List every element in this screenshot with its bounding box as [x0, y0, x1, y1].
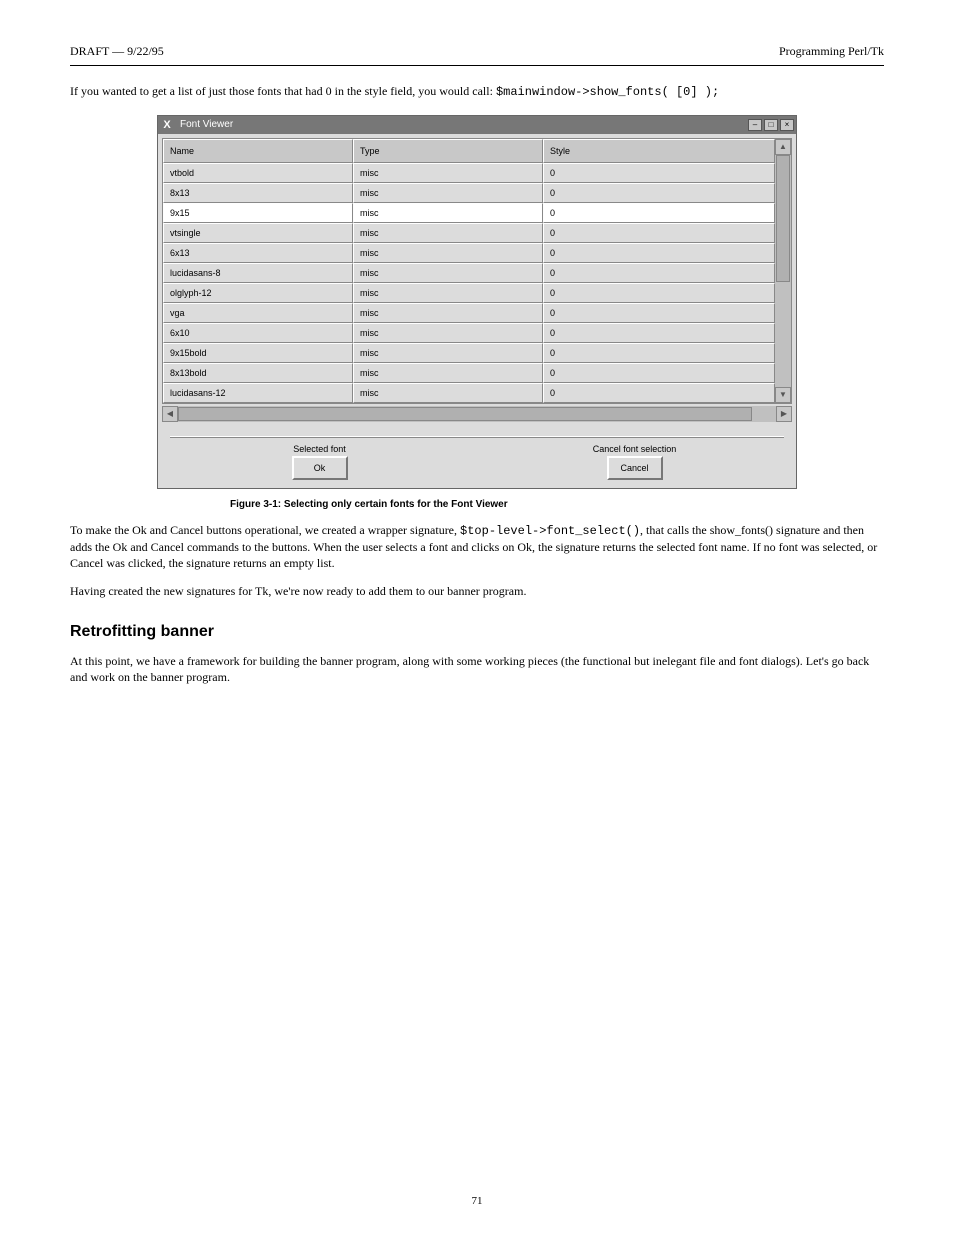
font-table: Name Type Style vtboldmisc08x13misc09x15…: [162, 138, 792, 404]
cell-type: misc: [353, 363, 543, 383]
app-icon: X: [160, 118, 174, 132]
cell-type: misc: [353, 263, 543, 283]
cell-name: 8x13bold: [163, 363, 353, 383]
cell-name: 6x10: [163, 323, 353, 343]
cell-name: vtsingle: [163, 223, 353, 243]
table-row[interactable]: 9x15boldmisc0: [163, 343, 775, 363]
cell-style: 0: [543, 303, 775, 323]
page-header: DRAFT — 9/22/95 Programming Perl/Tk: [70, 44, 884, 66]
cancel-button[interactable]: Cancel: [607, 456, 663, 480]
cell-type: misc: [353, 303, 543, 323]
table-row[interactable]: 8x13boldmisc0: [163, 363, 775, 383]
minimize-button[interactable]: –: [748, 119, 762, 131]
cell-style: 0: [543, 183, 775, 203]
vertical-scrollbar[interactable]: ▲ ▼: [775, 139, 791, 403]
cell-style: 0: [543, 163, 775, 183]
cell-style: 0: [543, 323, 775, 343]
font-viewer-window: X Font Viewer – □ × Name Type Style vtbo…: [157, 115, 797, 489]
header-left: DRAFT — 9/22/95: [70, 44, 164, 59]
ok-button[interactable]: Ok: [292, 456, 348, 480]
cancel-caption: Cancel font selection: [593, 444, 677, 454]
cell-style: 0: [543, 243, 775, 263]
table-row[interactable]: olglyph-12misc0: [163, 283, 775, 303]
cell-type: misc: [353, 323, 543, 343]
table-row[interactable]: vgamisc0: [163, 303, 775, 323]
cell-name: vga: [163, 303, 353, 323]
figure-caption: Figure 3-1: Selecting only certain fonts…: [230, 499, 884, 510]
col-type[interactable]: Type: [353, 139, 543, 163]
table-row[interactable]: lucidasans-12misc0: [163, 383, 775, 403]
col-style[interactable]: Style: [543, 139, 775, 163]
cell-type: misc: [353, 283, 543, 303]
table-row[interactable]: 6x13misc0: [163, 243, 775, 263]
section-heading: Retrofitting banner: [70, 621, 884, 643]
cell-name: 6x13: [163, 243, 353, 263]
close-button[interactable]: ×: [780, 119, 794, 131]
cell-style: 0: [543, 283, 775, 303]
cell-type: misc: [353, 243, 543, 263]
cell-style: 0: [543, 383, 775, 403]
cell-type: misc: [353, 163, 543, 183]
cell-name: 9x15: [163, 203, 353, 223]
cell-name: vtbold: [163, 163, 353, 183]
intro-code: $mainwindow->show_fonts( [0] );: [496, 85, 719, 99]
cell-style: 0: [543, 203, 775, 223]
window-title: Font Viewer: [174, 119, 746, 130]
cell-name: lucidasans-12: [163, 383, 353, 403]
cell-style: 0: [543, 363, 775, 383]
table-row[interactable]: 8x13misc0: [163, 183, 775, 203]
scroll-down-icon[interactable]: ▼: [775, 387, 791, 403]
cell-name: 8x13: [163, 183, 353, 203]
cell-type: misc: [353, 223, 543, 243]
cell-name: 9x15bold: [163, 343, 353, 363]
maximize-button[interactable]: □: [764, 119, 778, 131]
separator: [170, 436, 784, 438]
scroll-left-icon[interactable]: ◀: [162, 406, 178, 422]
table-row[interactable]: lucidasans-8misc0: [163, 263, 775, 283]
page-number: 71: [0, 1195, 954, 1207]
table-row[interactable]: vtsinglemisc0: [163, 223, 775, 243]
header-right: Programming Perl/Tk: [779, 44, 884, 59]
table-row[interactable]: 6x10misc0: [163, 323, 775, 343]
cell-type: misc: [353, 183, 543, 203]
cell-style: 0: [543, 263, 775, 283]
cell-type: misc: [353, 343, 543, 363]
cell-type: misc: [353, 203, 543, 223]
inline-code: $top-level->font_select(): [460, 524, 640, 538]
cell-style: 0: [543, 223, 775, 243]
col-name[interactable]: Name: [163, 139, 353, 163]
cell-type: misc: [353, 383, 543, 403]
body-text: To make the Ok and Cancel buttons operat…: [70, 522, 884, 686]
table-header: Name Type Style: [163, 139, 775, 163]
horizontal-scrollbar[interactable]: ◀ ▶: [162, 406, 792, 422]
cell-name: lucidasans-8: [163, 263, 353, 283]
cell-name: olglyph-12: [163, 283, 353, 303]
scroll-up-icon[interactable]: ▲: [775, 139, 791, 155]
table-row[interactable]: 9x15misc0: [163, 203, 775, 223]
hscroll-thumb[interactable]: [178, 407, 752, 421]
ok-caption: Selected font: [293, 444, 346, 454]
titlebar[interactable]: X Font Viewer – □ ×: [158, 116, 796, 134]
table-row[interactable]: vtboldmisc0: [163, 163, 775, 183]
cell-style: 0: [543, 343, 775, 363]
intro-text: If you wanted to get a list of just thos…: [70, 84, 884, 101]
scroll-right-icon[interactable]: ▶: [776, 406, 792, 422]
scroll-thumb[interactable]: [776, 155, 790, 283]
